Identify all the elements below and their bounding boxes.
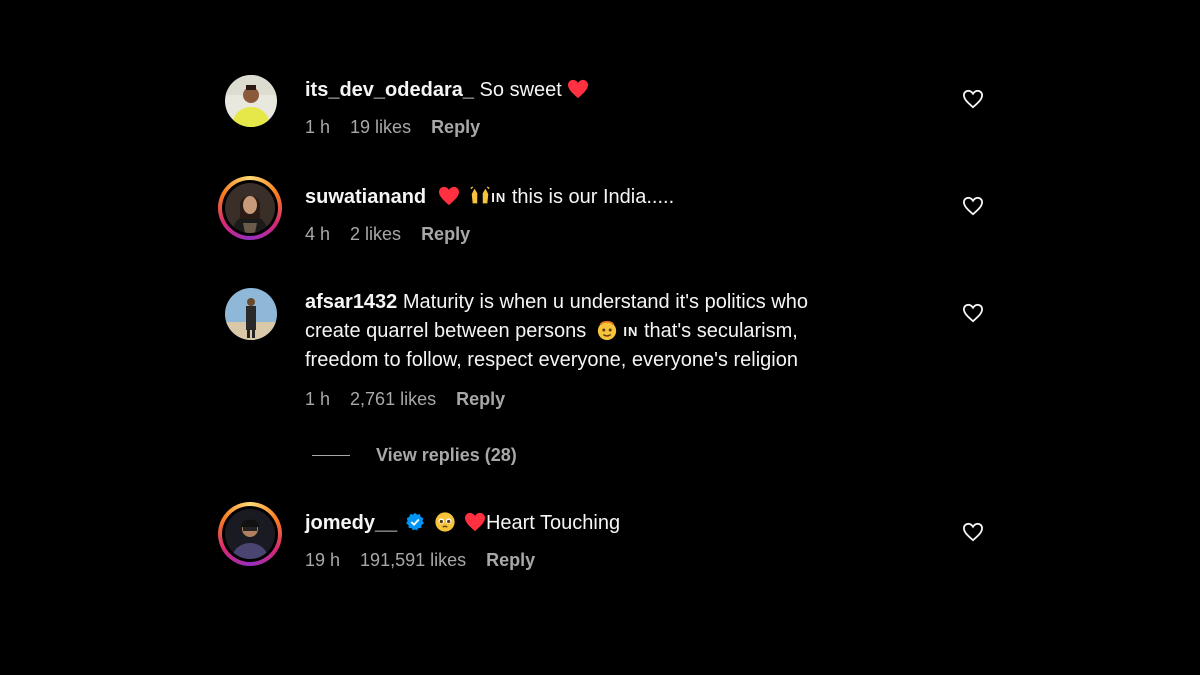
comment-text: Maturity is when u understand it's polit… xyxy=(402,291,808,313)
comment-body: afsar1432 Maturity is when u understand … xyxy=(305,288,905,414)
heart-outline-icon[interactable] xyxy=(962,89,984,111)
comment-time: 1 h xyxy=(305,117,331,137)
reply-button[interactable]: Reply xyxy=(431,113,480,142)
comment-body: suwatianand IN this is our India..... 4 … xyxy=(305,183,905,249)
avatar-image xyxy=(225,509,275,559)
comment-meta: 4 h 2 likes Reply xyxy=(305,220,905,249)
reply-button[interactable]: Reply xyxy=(456,385,505,414)
comment-meta: 1 h 19 likes Reply xyxy=(305,113,905,142)
raising-hands-emoji xyxy=(470,186,490,204)
comment-meta: 19 h 191,591 likes Reply xyxy=(305,546,905,575)
replies-divider xyxy=(312,455,350,456)
comment-text: that's secularism, xyxy=(643,320,798,342)
comment-time: 19 h xyxy=(305,550,341,570)
india-flag-emoji: IN xyxy=(491,190,507,205)
comment-username[interactable]: afsar1432 xyxy=(305,291,397,313)
comment-username[interactable]: suwatianand xyxy=(305,186,426,208)
avatar[interactable] xyxy=(225,288,277,340)
comment-username[interactable]: its_dev_odedara_ xyxy=(305,79,474,101)
avatar[interactable] xyxy=(218,176,282,240)
red-heart-emoji xyxy=(464,512,485,532)
face-emoji xyxy=(435,512,456,532)
heart-outline-icon[interactable] xyxy=(962,196,984,218)
avatar[interactable] xyxy=(218,502,282,566)
comment-text: Heart Touching xyxy=(485,512,621,534)
comment-time: 1 h xyxy=(305,389,331,409)
verified-badge-icon xyxy=(405,512,424,531)
comment-text: create quarrel between persons xyxy=(305,320,587,342)
comment-text: So sweet xyxy=(479,79,562,101)
reply-button[interactable]: Reply xyxy=(421,220,470,249)
face-emoji xyxy=(597,320,617,341)
reply-button[interactable]: Reply xyxy=(486,546,535,575)
comment-likes[interactable]: 2 likes xyxy=(350,220,401,249)
heart-outline-icon[interactable] xyxy=(962,303,984,325)
comments-list: its_dev_odedara_ So sweet 1 h 19 likes R… xyxy=(0,0,1200,675)
avatar[interactable] xyxy=(225,75,277,127)
heart-outline-icon[interactable] xyxy=(962,522,984,544)
comment-likes[interactable]: 19 likes xyxy=(350,113,411,142)
comment-username[interactable]: jomedy__ xyxy=(305,512,397,534)
comment-meta: 1 h 2,761 likes Reply xyxy=(305,385,905,414)
comment-time: 4 h xyxy=(305,224,331,244)
comment-text: freedom to follow, respect everyone, eve… xyxy=(305,349,798,371)
comment-body: jomedy__ Heart Touching 19 h 191,591 lik… xyxy=(305,509,905,575)
avatar-image xyxy=(225,183,275,233)
comment-likes[interactable]: 2,761 likes xyxy=(350,385,436,414)
comment-body: its_dev_odedara_ So sweet 1 h 19 likes R… xyxy=(305,76,905,142)
view-replies-label: View replies (28) xyxy=(376,445,517,465)
red-heart-emoji xyxy=(438,186,459,206)
india-flag-emoji: IN xyxy=(623,324,639,339)
avatar-image xyxy=(225,288,277,340)
red-heart-emoji xyxy=(568,79,589,99)
view-replies-button[interactable]: View replies (28) xyxy=(312,445,517,466)
avatar-image xyxy=(225,75,277,127)
comment-likes[interactable]: 191,591 likes xyxy=(360,546,466,575)
comment-text: this is our India..... xyxy=(511,186,675,208)
